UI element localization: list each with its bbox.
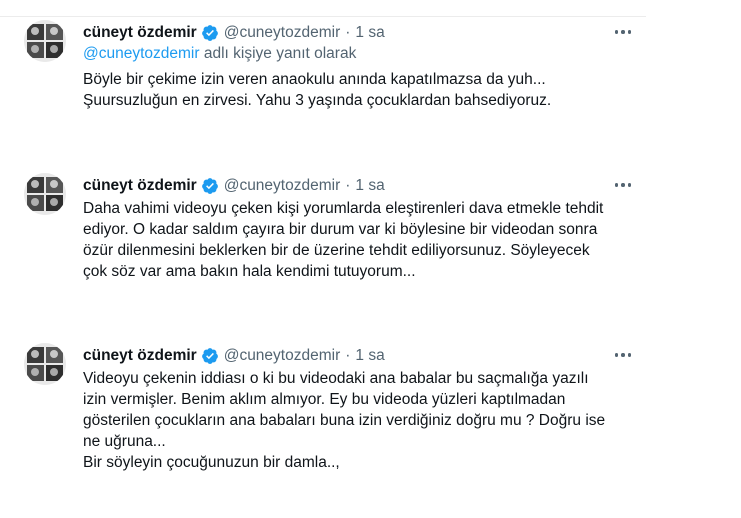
tweet-text-line: çok söz var ama bakın hala kendimi tutuy… (83, 263, 416, 280)
more-horizontal-icon[interactable] (612, 177, 634, 193)
tweet-header: cüneyt özdemir @cuneytozdemir · 1 sa (83, 175, 385, 197)
author-name[interactable]: cüneyt özdemir (83, 177, 197, 195)
tweet-text-line: ne uğruna... (83, 433, 166, 450)
reply-context: @cuneytozdemir adlı kişiye yanıt olarak (83, 45, 356, 63)
timestamp[interactable]: 1 sa (355, 347, 384, 365)
verified-badge-icon (201, 24, 219, 42)
verified-badge-icon (201, 177, 219, 195)
reply-suffix: adlı kişiye yanıt olarak (199, 45, 357, 62)
more-horizontal-icon[interactable] (612, 347, 634, 363)
separator: · (345, 347, 351, 364)
verified-badge-icon (201, 347, 219, 365)
tweet-1[interactable]: cüneyt özdemir @cuneytozdemir · 1 sa @cu… (0, 20, 741, 140)
tweet-text: Videoyu çekenin iddiası o ki bu videodak… (83, 368, 643, 473)
tweet-text-line: Daha vahimi videoyu çeken kişi yorumlard… (83, 200, 604, 217)
tweet-header: cüneyt özdemir @cuneytozdemir · 1 sa (83, 345, 385, 367)
tweet-text-line: Videoyu çekenin iddiası o ki bu videodak… (83, 370, 589, 387)
author-name[interactable]: cüneyt özdemir (83, 347, 197, 365)
tweet-text-line: özür dilenmesini beklerken bir de üzerin… (83, 242, 590, 259)
profile-photo-grid (24, 20, 66, 62)
tweet-text-line: gösterilen çocukların ana babaları buna … (83, 412, 606, 429)
tweet-3[interactable]: cüneyt özdemir @cuneytozdemir · 1 sa Vid… (0, 343, 741, 503)
author-handle[interactable]: @cuneytozdemir (224, 177, 341, 195)
tweet-text-line: izin vermişler. Benim aklım almıyor. Ey … (83, 391, 566, 408)
tweet-text: Daha vahimi videoyu çeken kişi yorumlard… (83, 198, 643, 282)
timestamp[interactable]: 1 sa (355, 24, 384, 42)
profile-photo-grid (24, 173, 66, 215)
avatar[interactable] (24, 343, 66, 385)
reply-mention-link[interactable]: @cuneytozdemir (83, 45, 200, 62)
tweet-text-line: Şuursuzluğun en zirvesi. Yahu 3 yaşında … (83, 92, 552, 109)
timestamp[interactable]: 1 sa (355, 177, 384, 195)
separator: · (345, 177, 351, 194)
avatar[interactable] (24, 20, 66, 62)
top-divider (0, 16, 646, 17)
author-handle[interactable]: @cuneytozdemir (224, 347, 341, 365)
avatar[interactable] (24, 173, 66, 215)
author-name[interactable]: cüneyt özdemir (83, 24, 197, 42)
tweet-text-line: Bir söyleyin çocuğunuzun bir damla.., (83, 454, 340, 471)
author-handle[interactable]: @cuneytozdemir (224, 24, 341, 42)
tweet-header: cüneyt özdemir @cuneytozdemir · 1 sa (83, 22, 385, 44)
tweet-text-line: ediyor. O kadar saldım çayıra bir durum … (83, 221, 598, 238)
separator: · (345, 24, 351, 41)
more-horizontal-icon[interactable] (612, 24, 634, 40)
profile-photo-grid (24, 343, 66, 385)
tweet-text: Böyle bir çekime izin veren anaokulu anı… (83, 69, 643, 111)
tweet-2[interactable]: cüneyt özdemir @cuneytozdemir · 1 sa Dah… (0, 173, 741, 313)
tweet-text-line: Böyle bir çekime izin veren anaokulu anı… (83, 71, 546, 88)
